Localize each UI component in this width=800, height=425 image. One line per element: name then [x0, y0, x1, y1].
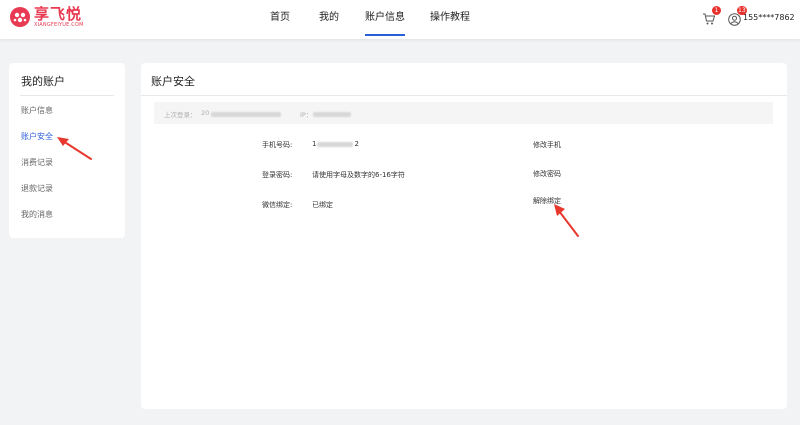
last-login-redacted [211, 110, 281, 118]
ip-label: IP： [300, 111, 313, 119]
nav-tutorial[interactable]: 操作教程 [430, 0, 470, 39]
title-divider [141, 95, 787, 96]
annotation-arrow-sidebar [57, 137, 92, 160]
ip-redacted [313, 110, 351, 118]
annotation-arrow-unbind [554, 204, 579, 237]
sidebar-title: 我的账户 [21, 75, 65, 88]
phone-label: 手机号码: [262, 141, 293, 149]
sidebar-item-refund-records[interactable]: 退款记录 [21, 183, 53, 194]
phone-prefix: 1 [312, 140, 317, 148]
account-security-panel: 账户安全 上次登录： 20 IP： 手机号码: 12 修改手机 登录密码: 请使… [141, 63, 787, 409]
phone-value: 12 [312, 140, 359, 148]
change-password-button[interactable]: 修改密码 [533, 169, 561, 179]
user-menu[interactable]: 13 155****7862 [728, 6, 795, 26]
wechat-label: 微信绑定: [262, 201, 293, 209]
nav-home[interactable]: 首页 [270, 0, 290, 39]
phone-suffix: 2 [354, 140, 359, 148]
nav-account-info[interactable]: 账户信息 [365, 0, 405, 39]
top-header: 享飞悦 XIANGFEIYUE.COM 首页 我的 账户信息 操作教程 1 13… [0, 0, 800, 39]
brand-name: 享飞悦 [34, 4, 83, 23]
wechat-status: 已绑定 [312, 201, 333, 209]
change-phone-button[interactable]: 修改手机 [533, 140, 561, 150]
brand-logo[interactable]: 享飞悦 XIANGFEIYUE.COM [9, 6, 84, 28]
page-title: 账户安全 [151, 75, 195, 88]
user-phone: 155****7862 [743, 13, 795, 22]
nav-mine[interactable]: 我的 [319, 0, 339, 39]
brand-domain: XIANGFEIYUE.COM [34, 21, 84, 28]
sidebar-item-consumption-records[interactable]: 消费记录 [21, 157, 53, 168]
main-nav: 首页 我的 账户信息 操作教程 [270, 0, 470, 39]
password-hint: 请使用字母及数字的6-16字符 [312, 171, 405, 179]
sidebar-divider [20, 95, 114, 96]
last-login-value: 20 [201, 109, 210, 117]
sidebar-item-account-security[interactable]: 账户安全 [21, 131, 53, 142]
last-login-bar: 上次登录： 20 IP： [154, 102, 773, 124]
logo-mark-icon [10, 7, 30, 27]
user-icon [728, 13, 741, 26]
sidebar-item-my-messages[interactable]: 我的消息 [21, 209, 53, 220]
password-label: 登录密码: [262, 171, 293, 179]
message-badge: 13 [737, 6, 747, 15]
cart-badge: 1 [712, 6, 721, 15]
last-login-label: 上次登录： [164, 111, 197, 119]
cart-button[interactable]: 1 [702, 6, 721, 25]
sidebar-item-account-info[interactable]: 账户信息 [21, 105, 53, 116]
